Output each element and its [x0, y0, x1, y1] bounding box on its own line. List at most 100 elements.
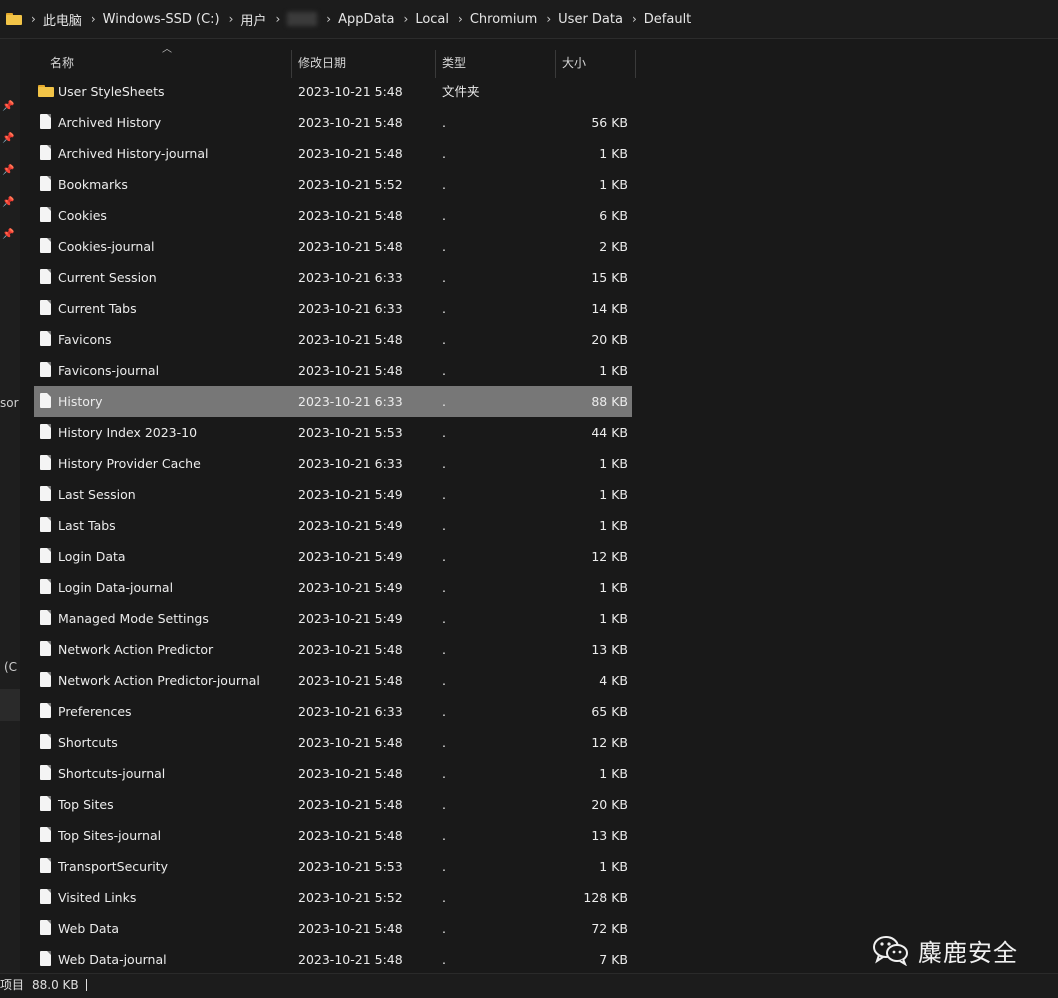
- file-row[interactable]: Archived History 2023-10-21 5:48. 56 KB: [34, 107, 632, 138]
- file-row[interactable]: Favicons-journal 2023-10-21 5:48. 1 KB: [34, 355, 632, 386]
- file-date: 2023-10-21 5:48: [298, 766, 403, 781]
- file-row[interactable]: Current Tabs 2023-10-21 6:33. 14 KB: [34, 293, 632, 324]
- wechat-icon: [873, 936, 908, 966]
- file-size: 88 KB: [591, 394, 628, 409]
- file-row[interactable]: Login Data-journal 2023-10-21 5:49. 1 KB: [34, 572, 632, 603]
- breadcrumb-chromium[interactable]: Chromium: [470, 12, 538, 27]
- file-icon: [40, 734, 51, 749]
- file-size: 13 KB: [591, 642, 628, 657]
- column-divider[interactable]: [555, 50, 556, 78]
- file-row[interactable]: Last Tabs 2023-10-21 5:49. 1 KB: [34, 510, 632, 541]
- file-row[interactable]: Cookies-journal 2023-10-21 5:48. 2 KB: [34, 231, 632, 262]
- column-header-date[interactable]: 修改日期: [298, 46, 432, 78]
- nav-item-partial-label[interactable]: sor: [0, 396, 19, 410]
- redacted-username[interactable]: [287, 12, 318, 26]
- chevron-right-icon[interactable]: ›: [632, 12, 637, 26]
- file-size: 1 KB: [599, 487, 628, 502]
- file-date: 2023-10-21 5:48: [298, 146, 403, 161]
- navigation-pane[interactable]: 📌 📌 📌 📌 📌 sor (C: [0, 39, 20, 973]
- file-row[interactable]: Shortcuts-journal 2023-10-21 5:48. 1 KB: [34, 758, 632, 789]
- column-header-name[interactable]: 名称: [50, 46, 290, 78]
- file-date: 2023-10-21 5:48: [298, 735, 403, 750]
- column-header-type[interactable]: 类型: [442, 46, 552, 78]
- file-row[interactable]: Web Data 2023-10-21 5:48. 72 KB: [34, 913, 632, 944]
- status-bar: 项目 88.0 KB: [0, 973, 1058, 998]
- file-size: 44 KB: [591, 425, 628, 440]
- status-divider: [86, 979, 87, 991]
- nav-item-partial-label[interactable]: (C: [4, 660, 17, 674]
- file-name: Archived History-journal: [58, 146, 209, 161]
- file-name: Top Sites: [58, 797, 114, 812]
- column-divider[interactable]: [435, 50, 436, 78]
- column-header-size[interactable]: 大小: [562, 46, 632, 78]
- file-date: 2023-10-21 5:48: [298, 642, 403, 657]
- file-icon: [40, 889, 51, 904]
- file-size: 1 KB: [599, 456, 628, 471]
- file-row[interactable]: Login Data 2023-10-21 5:49. 12 KB: [34, 541, 632, 572]
- file-name: Current Tabs: [58, 301, 137, 316]
- file-icon: [40, 269, 51, 284]
- file-row[interactable]: Visited Links 2023-10-21 5:52. 128 KB: [34, 882, 632, 913]
- file-row[interactable]: Cookies 2023-10-21 5:48. 6 KB: [34, 200, 632, 231]
- file-name: User StyleSheets: [58, 84, 165, 99]
- breadcrumb-user-data[interactable]: User Data: [558, 12, 623, 27]
- folder-row[interactable]: User StyleSheets 2023-10-21 5:48 文件夹: [34, 76, 632, 107]
- file-icon: [40, 765, 51, 780]
- chevron-right-icon[interactable]: ›: [275, 12, 280, 26]
- file-name: Login Data-journal: [58, 580, 174, 595]
- file-size: 1 KB: [599, 611, 628, 626]
- file-icon: [40, 827, 51, 842]
- file-date: 2023-10-21 5:49: [298, 518, 403, 533]
- chevron-right-icon[interactable]: ›: [546, 12, 551, 26]
- file-name: Web Data: [58, 921, 120, 936]
- file-row[interactable]: History 2023-10-21 6:33. 88 KB: [34, 386, 632, 417]
- file-date: 2023-10-21 5:49: [298, 487, 403, 502]
- file-row[interactable]: Shortcuts 2023-10-21 5:48. 12 KB: [34, 727, 632, 758]
- file-row[interactable]: Last Session 2023-10-21 5:49. 1 KB: [34, 479, 632, 510]
- file-row[interactable]: Current Session 2023-10-21 6:33. 15 KB: [34, 262, 632, 293]
- file-row[interactable]: Favicons 2023-10-21 5:48. 20 KB: [34, 324, 632, 355]
- file-row[interactable]: Archived History-journal 2023-10-21 5:48.…: [34, 138, 632, 169]
- chevron-right-icon[interactable]: ›: [326, 12, 331, 26]
- file-row[interactable]: History Index 2023-10 2023-10-21 5:53. 44 …: [34, 417, 632, 448]
- column-divider[interactable]: [291, 50, 292, 78]
- file-type: .: [442, 549, 446, 564]
- file-row[interactable]: Managed Mode Settings 2023-10-21 5:49. 1 K…: [34, 603, 632, 634]
- chevron-right-icon[interactable]: ›: [229, 12, 234, 26]
- file-type: .: [442, 952, 446, 967]
- nav-item-highlight[interactable]: [0, 689, 20, 721]
- column-divider[interactable]: [635, 50, 636, 78]
- file-icon: [40, 548, 51, 563]
- file-row[interactable]: Web Data-journal 2023-10-21 5:48. 7 KB: [34, 944, 632, 975]
- file-row[interactable]: TransportSecurity 2023-10-21 5:53. 1 KB: [34, 851, 632, 882]
- breadcrumb-drive[interactable]: Windows-SSD (C:): [103, 12, 220, 27]
- chevron-right-icon[interactable]: ›: [458, 12, 463, 26]
- file-row[interactable]: Top Sites-journal 2023-10-21 5:48. 13 KB: [34, 820, 632, 851]
- file-name: Favicons-journal: [58, 363, 160, 378]
- breadcrumb-appdata[interactable]: AppData: [338, 12, 394, 27]
- file-row[interactable]: Network Action Predictor-journal 2023-10-…: [34, 665, 632, 696]
- file-date: 2023-10-21 5:52: [298, 890, 403, 905]
- file-size: 1 KB: [599, 146, 628, 161]
- breadcrumb-this-pc[interactable]: 此电脑: [43, 10, 82, 29]
- file-row[interactable]: Bookmarks 2023-10-21 5:52. 1 KB: [34, 169, 632, 200]
- file-type: .: [442, 270, 446, 285]
- file-date: 2023-10-21 5:49: [298, 611, 403, 626]
- breadcrumb-default[interactable]: Default: [644, 12, 692, 27]
- chevron-right-icon[interactable]: ›: [404, 12, 409, 26]
- file-row[interactable]: History Provider Cache 2023-10-21 6:33. 1 …: [34, 448, 632, 479]
- file-name: Shortcuts-journal: [58, 766, 166, 781]
- address-bar[interactable]: › 此电脑 › Windows-SSD (C:) › 用户 › › AppDat…: [0, 0, 1058, 39]
- breadcrumb-local[interactable]: Local: [415, 12, 449, 27]
- file-row[interactable]: Preferences 2023-10-21 6:33. 65 KB: [34, 696, 632, 727]
- file-size: 1 KB: [599, 859, 628, 874]
- file-name: History: [58, 394, 103, 409]
- breadcrumb-users[interactable]: 用户: [240, 10, 266, 29]
- file-row[interactable]: Network Action Predictor 2023-10-21 5:48.…: [34, 634, 632, 665]
- file-icon: [40, 207, 51, 222]
- chevron-right-icon[interactable]: ›: [91, 12, 96, 26]
- chevron-right-icon[interactable]: ›: [31, 12, 36, 26]
- file-row[interactable]: Top Sites 2023-10-21 5:48. 20 KB: [34, 789, 632, 820]
- file-date: 2023-10-21 5:48: [298, 673, 403, 688]
- file-type: .: [442, 735, 446, 750]
